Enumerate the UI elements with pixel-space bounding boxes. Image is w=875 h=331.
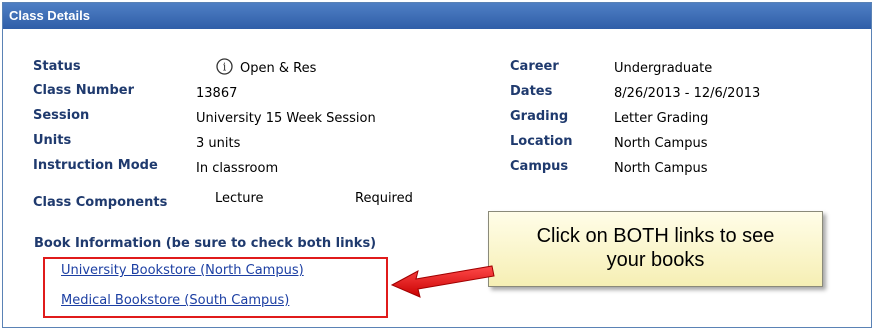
panel-header: Class Details [3, 3, 871, 29]
session-label: Session [33, 108, 90, 123]
class-components-label: Class Components [33, 195, 168, 210]
status-label: Status [33, 59, 81, 74]
dates-value: 8/26/2013 - 12/6/2013 [614, 86, 761, 101]
units-label: Units [33, 133, 72, 148]
career-label: Career [510, 59, 559, 74]
university-bookstore-link[interactable]: University Bookstore (North Campus) [61, 263, 304, 278]
medical-bookstore-link[interactable]: Medical Bookstore (South Campus) [61, 293, 289, 308]
career-value: Undergraduate [614, 61, 713, 76]
campus-label: Campus [510, 159, 569, 174]
grading-value: Letter Grading [614, 111, 709, 126]
svg-text:i: i [223, 61, 227, 74]
callout-note: Click on BOTH links to see your books [488, 211, 823, 287]
info-icon: i [216, 58, 233, 75]
location-value: North Campus [614, 136, 708, 151]
callout-line-2: your books [606, 249, 705, 271]
component-type: Lecture [215, 191, 264, 206]
location-label: Location [510, 134, 573, 149]
callout-line-1: Click on BOTH links to see [536, 225, 775, 247]
instruction-mode-value: In classroom [196, 161, 279, 176]
grading-label: Grading [510, 109, 569, 124]
class-number-label: Class Number [33, 83, 134, 98]
book-info-heading: Book Information (be sure to check both … [34, 236, 377, 251]
component-requirement: Required [355, 191, 413, 206]
class-number-value: 13867 [196, 86, 238, 101]
panel-title: Class Details [9, 8, 90, 23]
status-value: Open & Res [240, 61, 317, 76]
instruction-mode-label: Instruction Mode [33, 158, 158, 173]
units-value: 3 units [196, 136, 241, 151]
session-value: University 15 Week Session [196, 111, 376, 126]
campus-value: North Campus [614, 161, 708, 176]
dates-label: Dates [510, 84, 553, 99]
